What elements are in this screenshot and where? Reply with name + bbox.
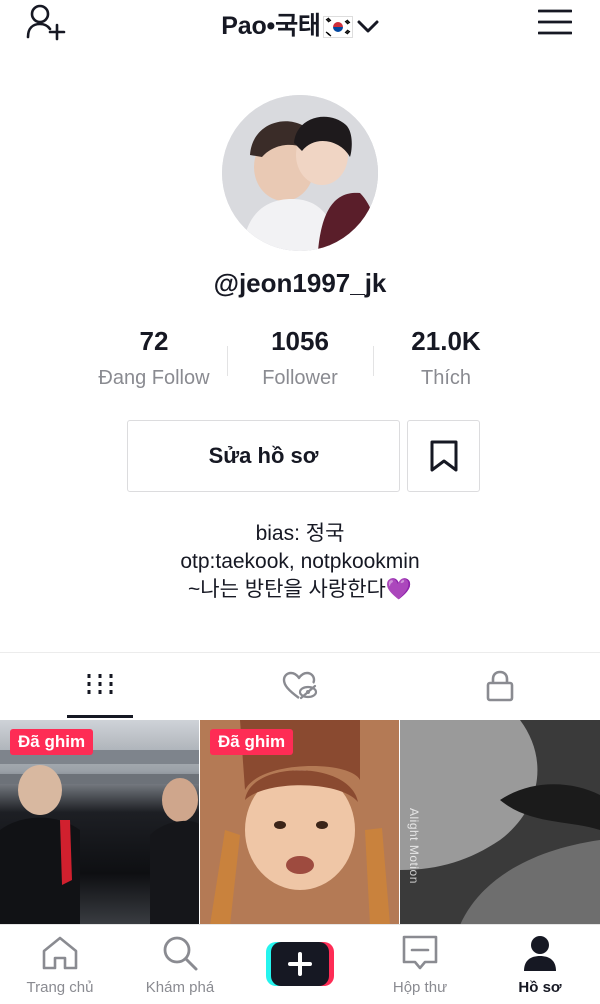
account-switcher[interactable]: Pao•국태 — [0, 6, 600, 45]
pinned-badge: Đã ghim — [10, 729, 94, 755]
profile-avatar[interactable] — [222, 95, 378, 251]
video-thumbnail[interactable]: Đã ghim — [0, 720, 199, 925]
followers-count: 1056 — [271, 326, 329, 356]
username: @jeon1997_jk — [213, 268, 387, 298]
plus-icon — [266, 942, 334, 986]
search-icon — [163, 936, 198, 971]
likes-label: Thích — [420, 367, 472, 389]
account-name: Pao•국태 — [221, 12, 321, 40]
liked-hidden-icon — [282, 671, 318, 700]
tab-videos[interactable] — [0, 653, 200, 719]
create-video-button[interactable] — [266, 942, 334, 986]
profile-bio: bias: 정국 otp:taekook, notpkookmin ~나는 방탄… — [0, 520, 600, 604]
bookmark-button[interactable] — [407, 420, 480, 492]
bio-line: bias: 정국 — [255, 522, 345, 545]
nav-explore-label: Khám phá — [145, 979, 215, 996]
following-count: 72 — [139, 326, 169, 356]
video-grid: Đã ghim Đã ghim — [0, 720, 600, 925]
video-thumbnail-image — [400, 720, 600, 925]
likes-stat[interactable]: 21.0K Thích — [366, 326, 526, 390]
followers-label: Follower — [262, 367, 338, 389]
korea-flag-icon — [322, 16, 353, 45]
top-bar: Pao•국태 — [0, 0, 600, 48]
bookmark-icon — [430, 440, 457, 472]
hamburger-menu-icon[interactable] — [537, 8, 573, 36]
bio-line: ~나는 방탄을 사랑한다💜 — [188, 578, 412, 601]
profile-icon — [524, 936, 556, 971]
home-icon — [42, 936, 78, 970]
tab-liked[interactable] — [200, 653, 400, 719]
inbox-icon — [402, 935, 438, 970]
following-stat[interactable]: 72 Đang Follow — [74, 326, 234, 390]
alight-motion-watermark: Alight Motion — [407, 808, 421, 884]
active-tab-indicator — [67, 715, 133, 718]
following-label: Đang Follow — [98, 367, 210, 389]
followers-stat[interactable]: 1056 Follower — [220, 326, 380, 390]
nav-home-label: Trang chủ — [26, 979, 94, 996]
nav-profile-label: Hồ sơ — [518, 979, 562, 996]
bottom-navigation: Trang chủ Khám phá Hộp thư Hồ sơ — [0, 924, 600, 1004]
nav-explore[interactable]: Khám phá — [120, 933, 240, 996]
chevron-down-icon[interactable] — [357, 12, 379, 41]
bio-line: otp:taekook, notpkookmin — [180, 550, 420, 573]
lock-icon — [486, 670, 514, 702]
video-thumbnail[interactable] — [400, 720, 600, 925]
nav-profile[interactable]: Hồ sơ — [480, 933, 600, 996]
likes-count: 21.0K — [411, 326, 481, 356]
tab-private[interactable] — [400, 653, 600, 719]
nav-home[interactable]: Trang chủ — [0, 933, 120, 996]
profile-stats: 72 Đang Follow 1056 Follower 21.0K Thích — [0, 326, 600, 396]
video-thumbnail[interactable]: Đã ghim — [200, 720, 399, 925]
profile-tabs — [0, 652, 600, 718]
nav-inbox-label: Hộp thư — [392, 979, 448, 996]
pinned-badge: Đã ghim — [210, 729, 294, 755]
video-grid-icon — [87, 674, 113, 698]
edit-profile-button[interactable]: Sửa hồ sơ — [127, 420, 400, 492]
nav-inbox[interactable]: Hộp thư — [360, 933, 480, 996]
